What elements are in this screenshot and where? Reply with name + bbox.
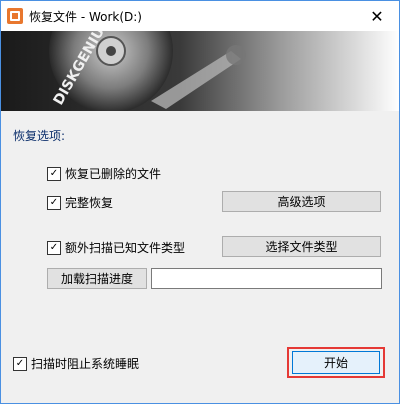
check-icon: ✓ bbox=[47, 195, 61, 210]
load-scan-progress-button[interactable]: 加载扫描进度 bbox=[47, 268, 147, 289]
diskgenius-app-icon bbox=[7, 8, 23, 24]
recover-deleted-checkbox[interactable]: ✓ 恢复已删除的文件 bbox=[47, 165, 161, 182]
extra-scan-checkbox[interactable]: ✓ 额外扫描已知文件类型 bbox=[47, 239, 185, 256]
diskgenius-banner: DISKGENIUS bbox=[1, 31, 399, 111]
window-title: 恢复文件 - Work(D:) bbox=[29, 9, 142, 24]
advanced-options-button[interactable]: 高级选项 bbox=[222, 191, 381, 212]
check-icon: ✓ bbox=[13, 356, 27, 371]
prevent-sleep-label: 扫描时阻止系统睡眠 bbox=[31, 357, 140, 371]
extra-scan-label: 额外扫描已知文件类型 bbox=[65, 241, 186, 255]
close-button[interactable]: ✕ bbox=[355, 1, 399, 31]
start-button[interactable]: 开始 bbox=[292, 351, 380, 374]
title-bar: 恢复文件 - Work(D:) ✕ bbox=[1, 1, 399, 31]
load-scan-progress-label: 加载扫描进度 bbox=[60, 272, 133, 286]
select-file-types-button[interactable]: 选择文件类型 bbox=[222, 236, 381, 257]
start-label: 开始 bbox=[323, 356, 348, 370]
full-recovery-label: 完整恢复 bbox=[65, 196, 114, 210]
prevent-sleep-checkbox[interactable]: ✓ 扫描时阻止系统睡眠 bbox=[13, 355, 139, 372]
scan-progress-path-field[interactable] bbox=[151, 268, 382, 289]
advanced-options-label: 高级选项 bbox=[277, 195, 326, 209]
select-file-types-label: 选择文件类型 bbox=[265, 240, 338, 254]
recover-options-label: 恢复选项: bbox=[13, 129, 66, 143]
close-icon: ✕ bbox=[370, 6, 384, 26]
recover-deleted-label: 恢复已删除的文件 bbox=[65, 167, 162, 181]
recover-files-dialog: 恢复文件 - Work(D:) ✕ DISKGENIUS 恢复选项: ✓ 恢复已… bbox=[0, 0, 400, 404]
full-recovery-checkbox[interactable]: ✓ 完整恢复 bbox=[47, 194, 113, 211]
check-icon: ✓ bbox=[47, 166, 61, 181]
check-icon: ✓ bbox=[47, 240, 61, 255]
